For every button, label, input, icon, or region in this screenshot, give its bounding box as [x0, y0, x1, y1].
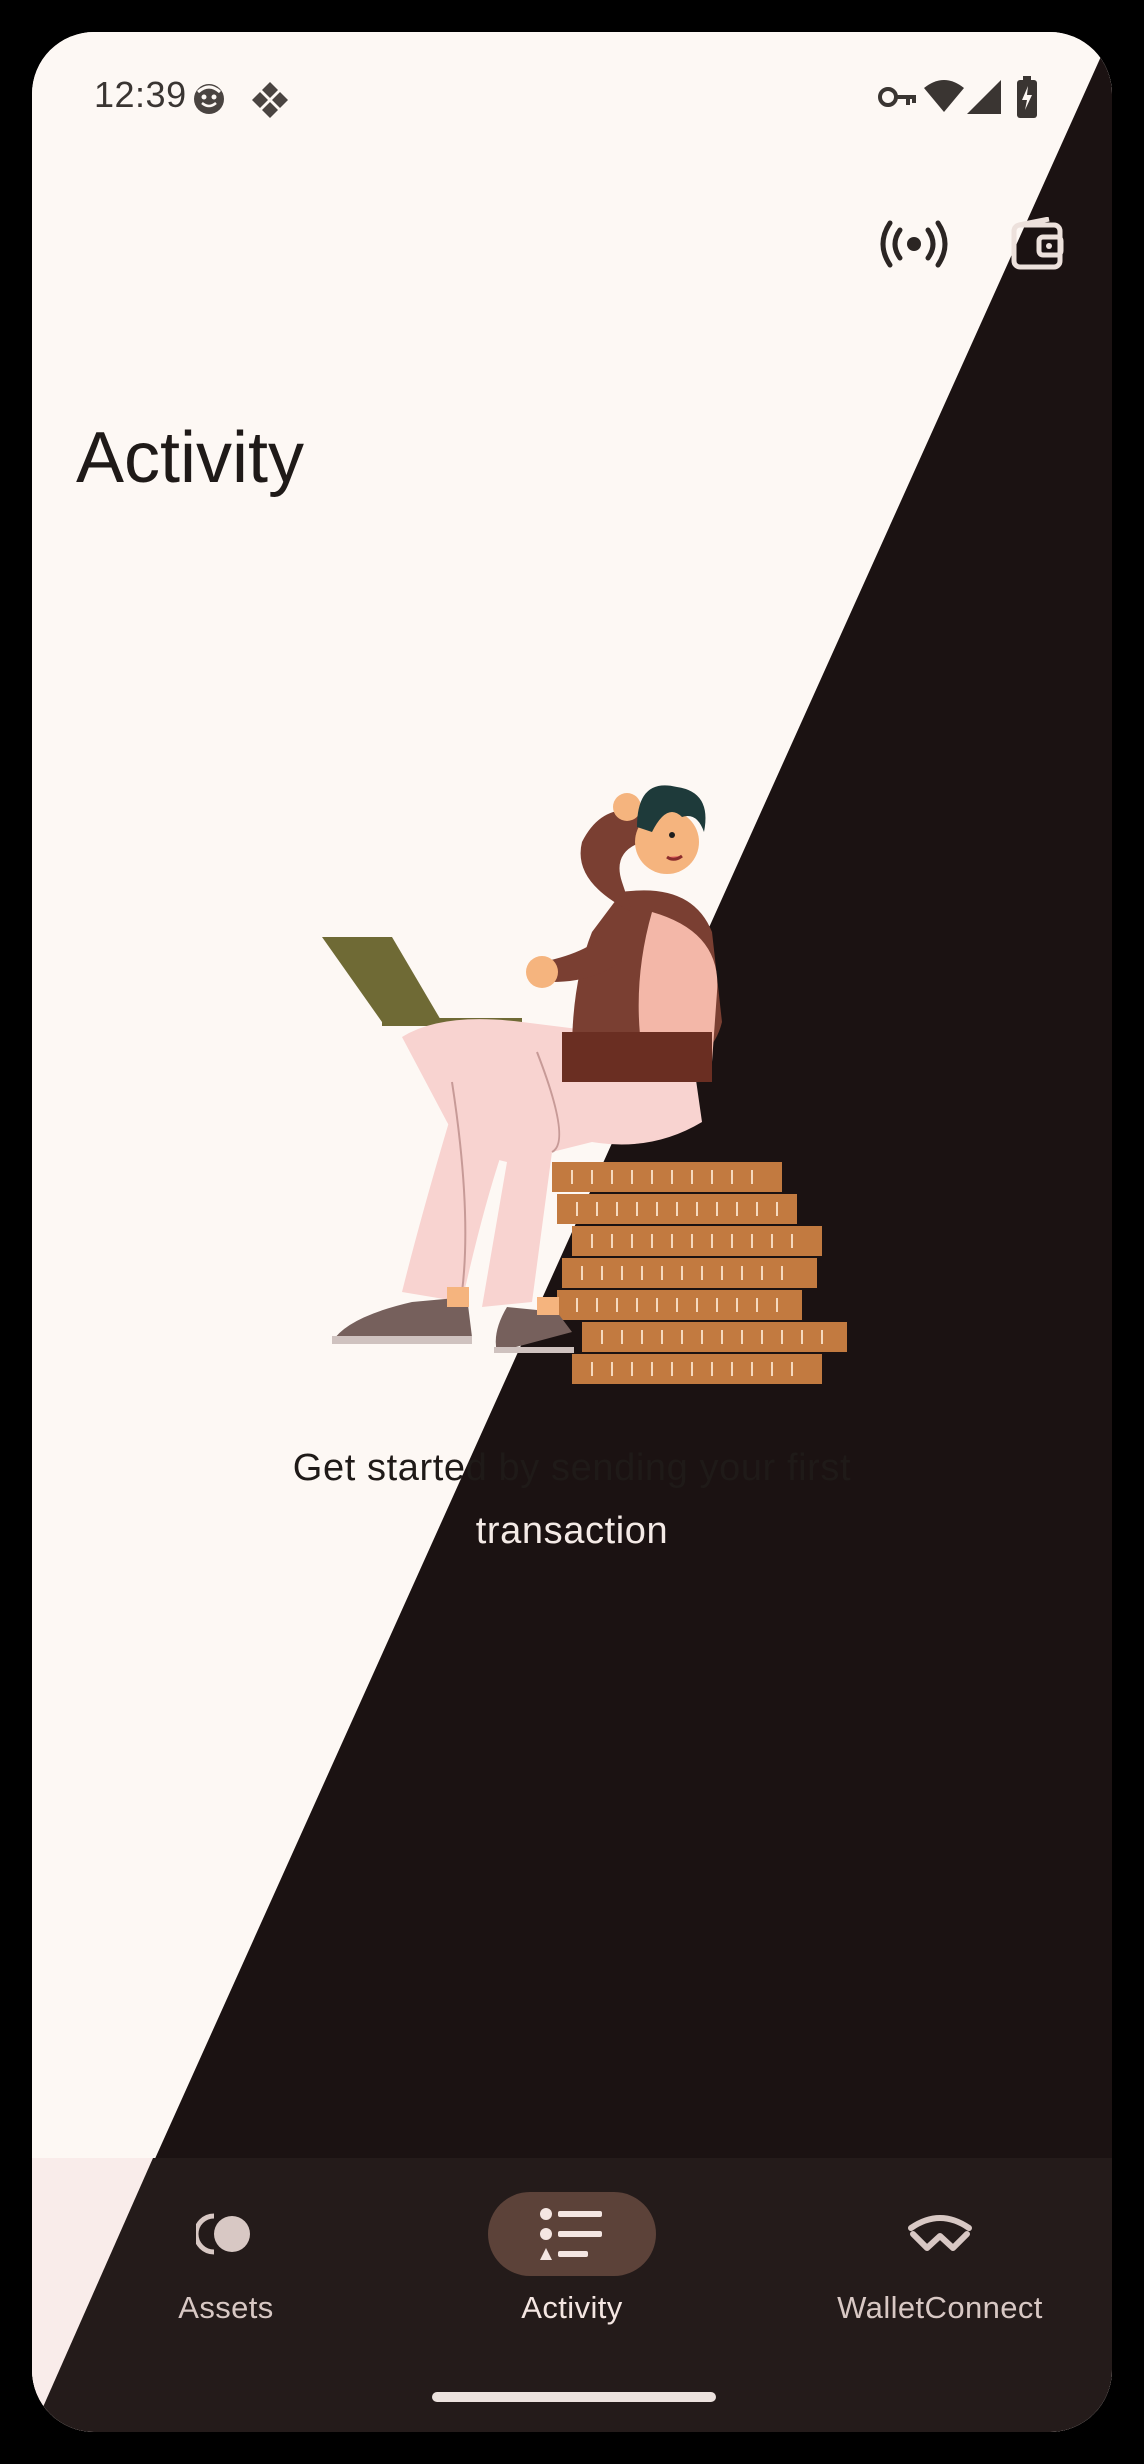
list-icon — [540, 2208, 602, 2260]
status-time: 12:39 — [94, 74, 187, 115]
walletconnect-icon — [908, 2215, 972, 2251]
nav-item-walletconnect[interactable]: WalletConnect — [776, 2178, 1076, 2338]
nav-walletconnect-icon-container — [856, 2192, 1024, 2276]
broadcast-icon — [880, 220, 948, 268]
empty-state-message: Get started by sending your first transa… — [222, 1437, 922, 1563]
face-notification-icon — [192, 82, 226, 121]
nav-assets-icon-container — [142, 2192, 310, 2276]
cellular-signal-icon — [967, 80, 1001, 119]
wallet-icon — [1011, 217, 1064, 270]
bottom-navigation: Assets Activity WalletConnect — [32, 2158, 1112, 2432]
nav-label-activity: Activity — [521, 2290, 623, 2325]
nav-label-walletconnect: WalletConnect — [837, 2290, 1043, 2325]
person-on-coins-illustration — [322, 785, 847, 1384]
wallet-button[interactable] — [990, 196, 1086, 292]
wifi-icon — [924, 78, 964, 119]
nav-label-assets: Assets — [178, 2290, 274, 2325]
empty-state-line-2: transaction — [475, 1510, 669, 1552]
page-title: Activity — [76, 418, 305, 498]
status-bar: 12:39 — [32, 32, 1112, 162]
phone-screen: 12:39 Activity Get started by sending yo… — [32, 32, 1112, 2432]
nav-activity-active-indicator — [488, 2192, 656, 2276]
home-indicator[interactable] — [432, 2392, 716, 2402]
nav-item-assets[interactable]: Assets — [62, 2178, 362, 2338]
laptop-graphic — [322, 937, 522, 1026]
vpn-key-icon — [878, 82, 918, 117]
broadcast-button[interactable] — [866, 196, 962, 292]
nav-item-activity[interactable]: Activity — [408, 2178, 708, 2338]
kodi-app-icon — [250, 80, 290, 125]
battery-charging-icon — [1016, 76, 1038, 123]
coin-stack-graphic — [552, 1162, 847, 1384]
empty-state-line-1: Get started by sending your first — [292, 1447, 852, 1489]
assets-icon — [196, 2213, 250, 2255]
